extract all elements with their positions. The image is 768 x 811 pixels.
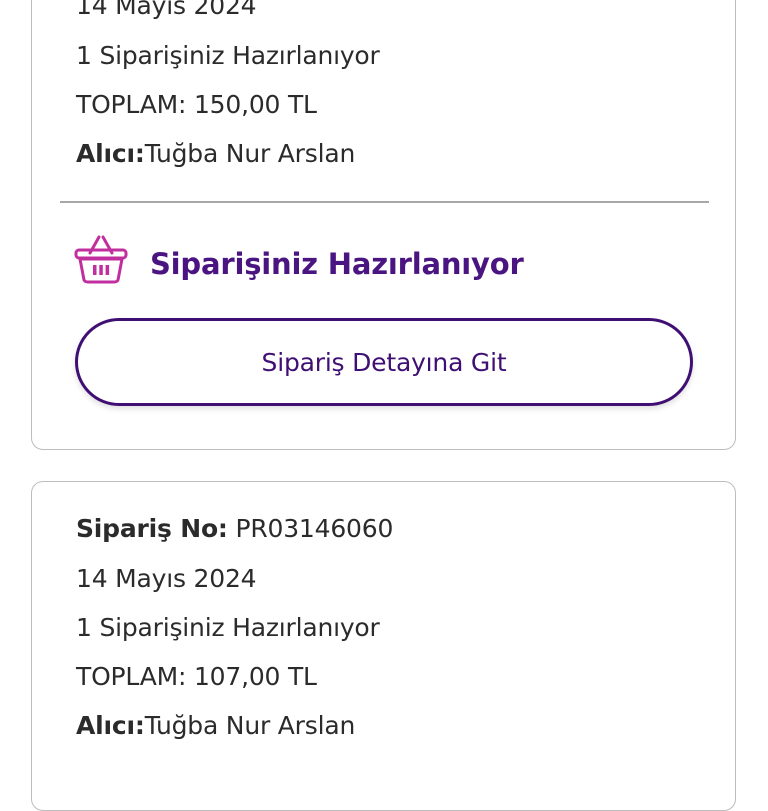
order-status-summary: 1 Siparişiniz Hazırlanıyor xyxy=(76,41,380,70)
order-number-value: PR03146060 xyxy=(227,514,394,543)
order-card: Sipariş No: PR03146060 14 Mayıs 2024 1 S… xyxy=(31,481,736,811)
order-total: TOPLAM: 150,00 TL xyxy=(76,90,317,119)
recipient-label: Alıcı: xyxy=(76,139,145,168)
order-recipient: Alıcı:Tuğba Nur Arslan xyxy=(76,141,355,166)
status-text: Siparişiniz Hazırlanıyor xyxy=(150,247,524,281)
order-card: 14 Mayıs 2024 1 Siparişiniz Hazırlanıyor… xyxy=(31,0,736,450)
order-recipient: Alıcı:Tuğba Nur Arslan xyxy=(76,713,355,738)
order-status: Siparişiniz Hazırlanıyor xyxy=(74,231,524,287)
card-divider xyxy=(60,201,709,203)
order-number: Sipariş No: PR03146060 xyxy=(76,516,393,541)
shopping-basket-icon xyxy=(74,235,128,284)
recipient-name: Tuğba Nur Arslan xyxy=(144,711,356,740)
order-date: 14 Mayıs 2024 xyxy=(76,564,257,593)
order-status-summary: 1 Siparişiniz Hazırlanıyor xyxy=(76,613,380,642)
recipient-name: Tuğba Nur Arslan xyxy=(144,139,356,168)
order-date: 14 Mayıs 2024 xyxy=(76,0,257,20)
order-number-label: Sipariş No: xyxy=(76,514,228,543)
recipient-label: Alıcı: xyxy=(76,711,145,740)
order-detail-button[interactable]: Sipariş Detayına Git xyxy=(75,318,693,406)
order-total: TOPLAM: 107,00 TL xyxy=(76,662,317,691)
